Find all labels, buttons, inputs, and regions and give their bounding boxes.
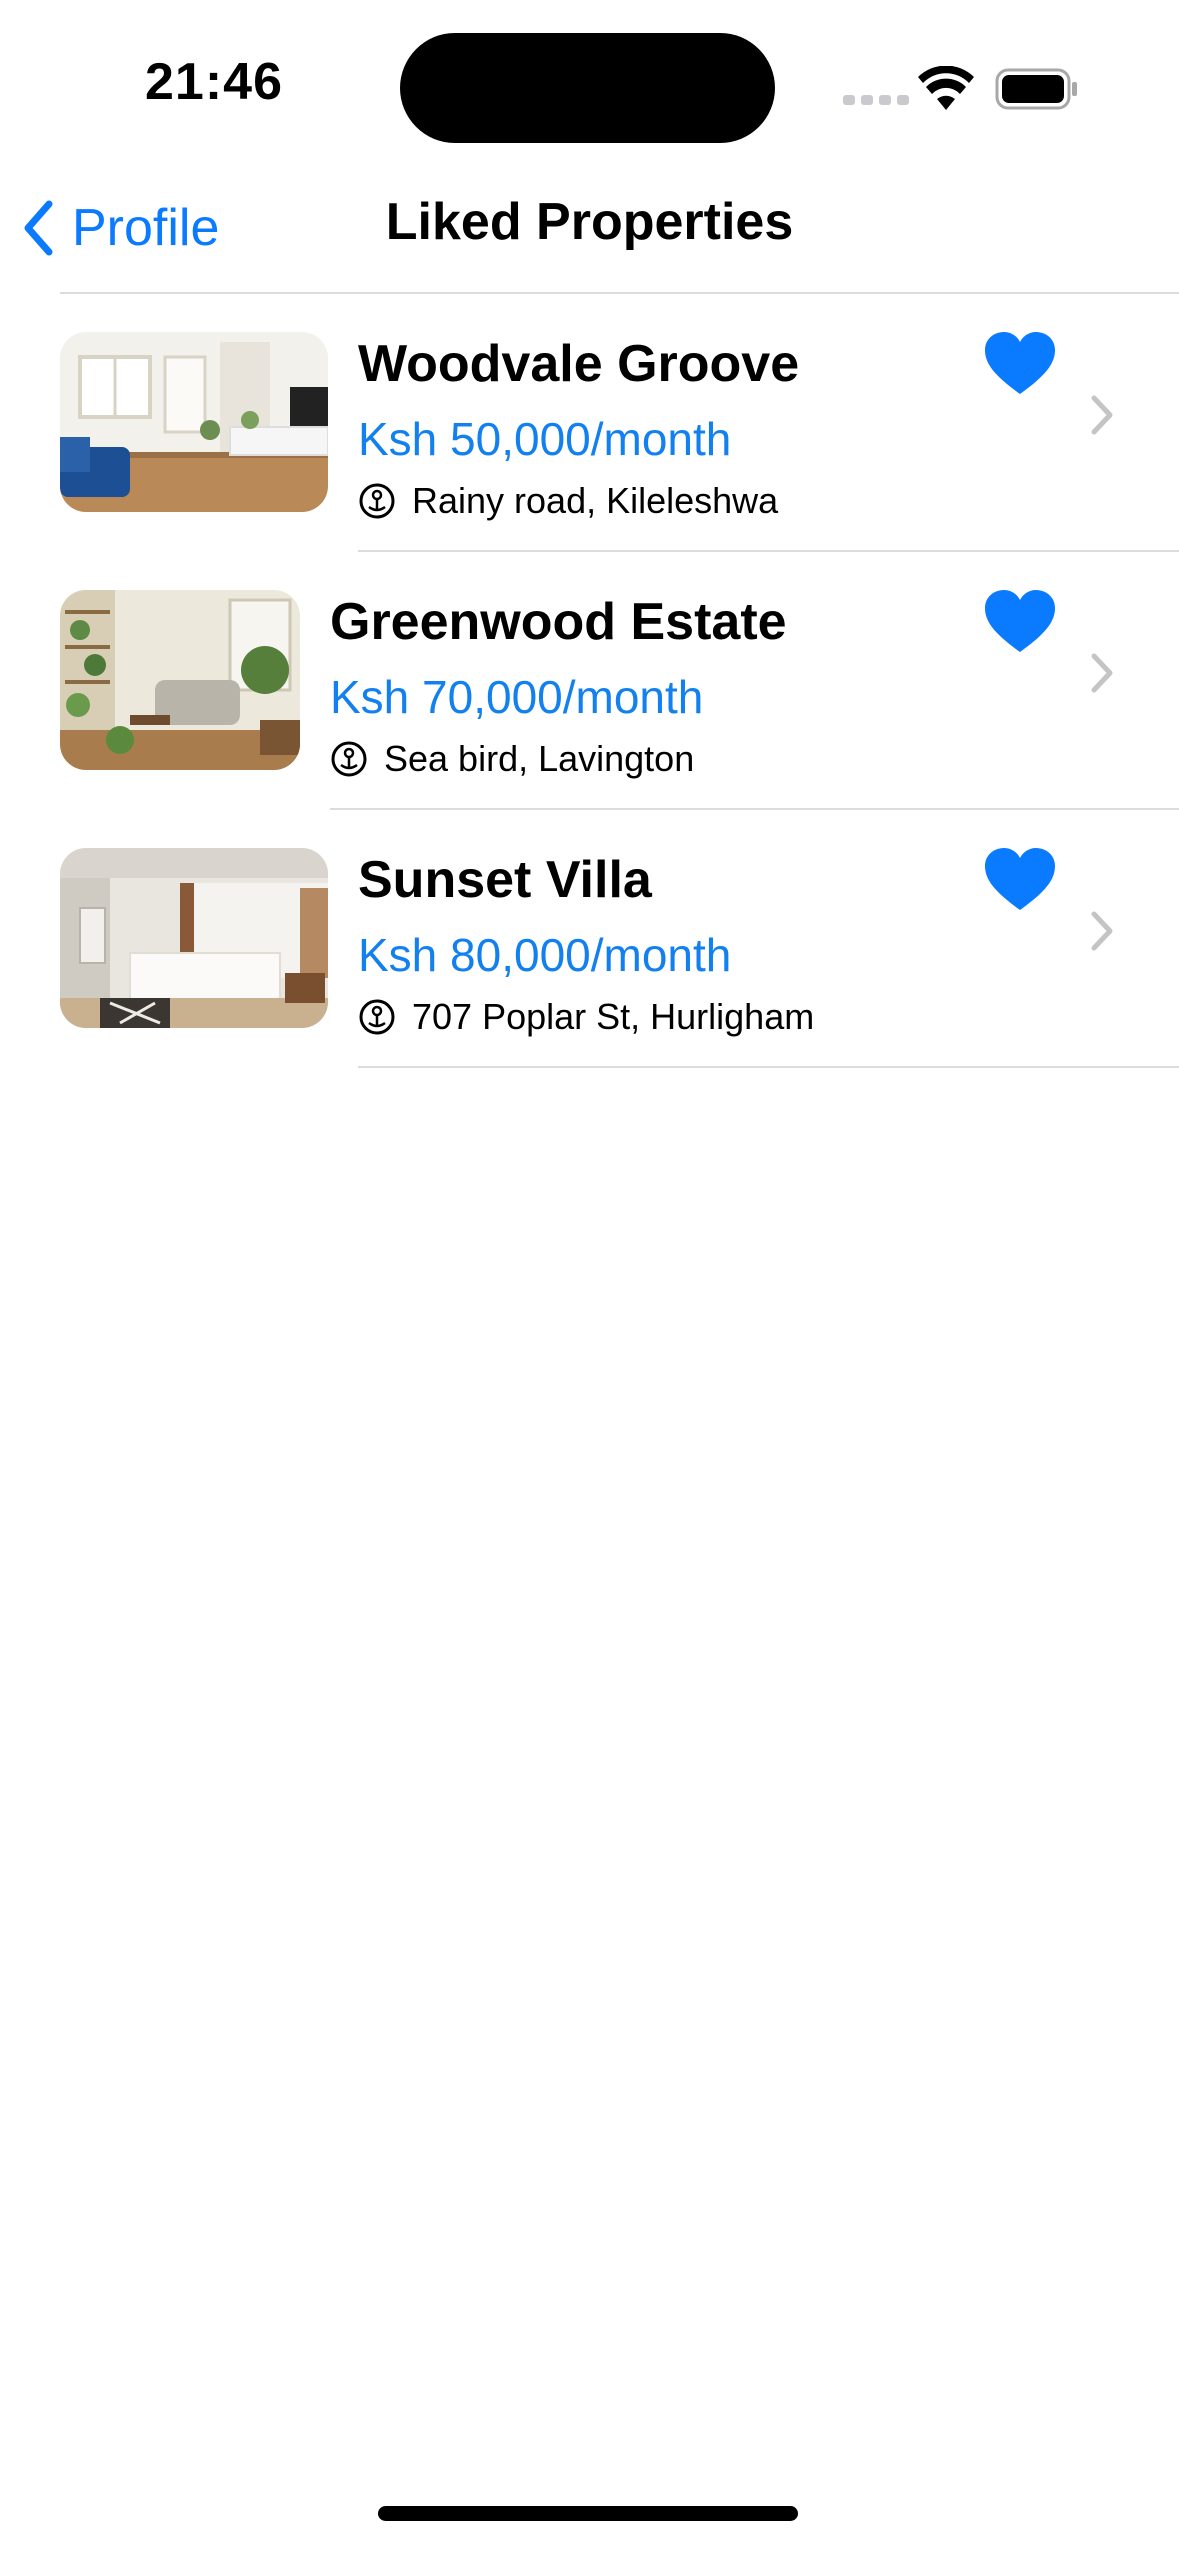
- location-pin-icon: [359, 483, 395, 519]
- chevron-right-icon: [1091, 653, 1113, 693]
- signal-icon: [843, 95, 909, 105]
- list-item[interactable]: Woodvale Groove Ksh 50,000/month Rainy r…: [0, 294, 1179, 552]
- property-price: Ksh 50,000/month: [358, 413, 732, 465]
- property-price: Ksh 80,000/month: [358, 929, 732, 981]
- chevron-right-icon: [1091, 911, 1113, 951]
- location-pin-icon: [331, 741, 367, 777]
- property-address-text: Rainy road, Kileleshwa: [412, 480, 779, 521]
- property-name: Woodvale Groove: [358, 335, 800, 393]
- property-name: Greenwood Estate: [330, 593, 787, 651]
- location-pin-icon: [359, 999, 395, 1035]
- status-time: 21:46: [145, 53, 283, 111]
- heart-icon[interactable]: [985, 332, 1055, 396]
- heart-icon[interactable]: [985, 848, 1055, 912]
- list-item[interactable]: Sunset Villa Ksh 80,000/month 707 Poplar…: [0, 810, 1179, 1068]
- property-address-text: 707 Poplar St, Hurligham: [412, 996, 815, 1037]
- property-address-text: Sea bird, Lavington: [384, 738, 695, 779]
- property-address: Rainy road, Kileleshwa: [358, 480, 778, 522]
- property-address: 707 Poplar St, Hurligham: [358, 996, 814, 1038]
- property-image: [60, 332, 328, 512]
- row-divider: [358, 1066, 1179, 1068]
- list-item[interactable]: Greenwood Estate Ksh 70,000/month Sea bi…: [0, 552, 1179, 810]
- dynamic-island: [400, 33, 775, 143]
- property-address: Sea bird, Lavington: [330, 738, 694, 780]
- home-indicator[interactable]: [378, 2506, 798, 2521]
- heart-icon[interactable]: [985, 590, 1055, 654]
- battery-icon: [995, 68, 1077, 110]
- page-title: Liked Properties: [385, 193, 794, 251]
- wifi-icon: [918, 66, 974, 110]
- property-image: [60, 590, 300, 770]
- property-image: [60, 848, 328, 1028]
- property-price: Ksh 70,000/month: [330, 671, 704, 723]
- property-name: Sunset Villa: [358, 851, 652, 909]
- chevron-right-icon: [1091, 395, 1113, 435]
